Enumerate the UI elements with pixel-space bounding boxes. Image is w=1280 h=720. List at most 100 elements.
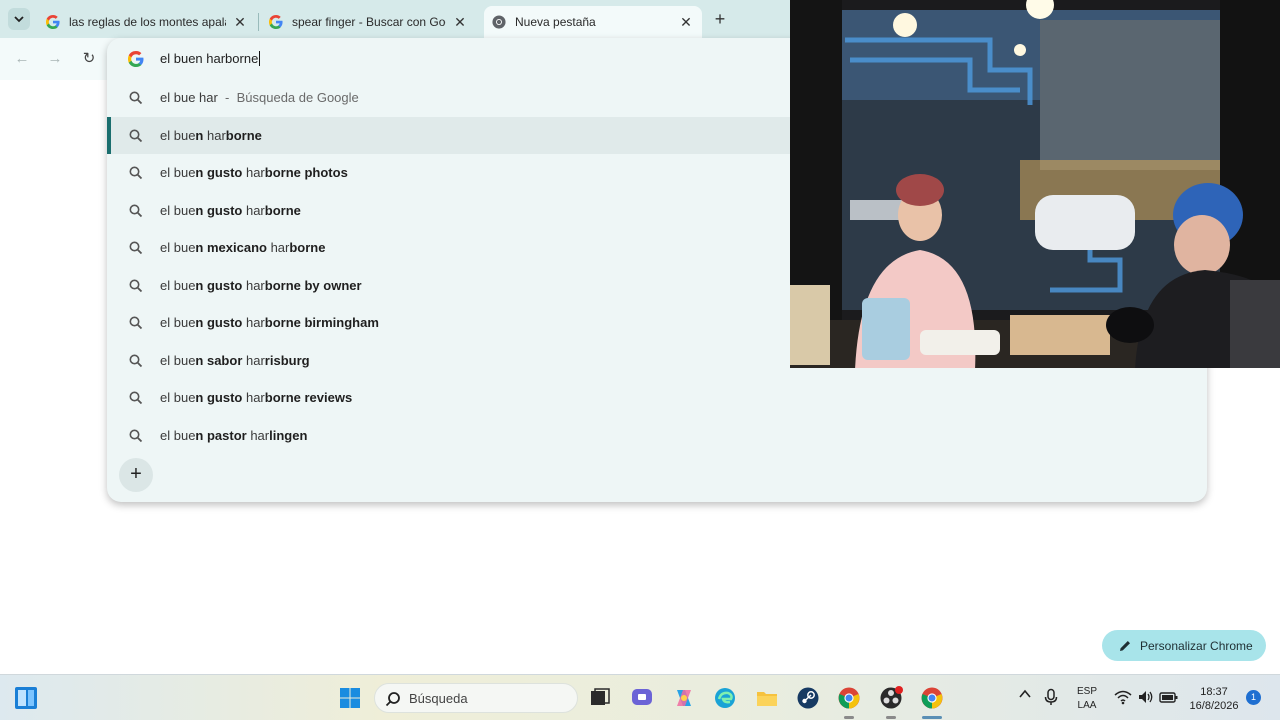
suggestion-text-bold: borne birmingham xyxy=(264,315,379,330)
suggestion-text-part: har xyxy=(242,165,265,180)
suggestion-text-bold: n pastor xyxy=(195,427,247,443)
suggestion-text: el bue har - Búsqueda de Google xyxy=(160,90,359,105)
omnibox-input[interactable]: el buen harborne xyxy=(160,51,261,66)
clock-time: 18:37 xyxy=(1200,686,1228,698)
suggestion-text-bold: risburg xyxy=(264,352,310,368)
search-icon xyxy=(129,241,143,255)
volume-icon[interactable] xyxy=(1137,689,1155,705)
suggestion-text-part: har xyxy=(242,390,265,405)
suggestion-text-part: har xyxy=(266,240,290,255)
suggestion-text-bold: n gusto xyxy=(195,315,243,330)
suggestion-text-part: el bue xyxy=(160,240,196,255)
close-icon[interactable]: ✕ xyxy=(678,14,694,30)
omnibox-suggestion[interactable]: el buen pastor harlingen xyxy=(107,417,1207,455)
pencil-icon xyxy=(1120,640,1130,651)
copilot-icon[interactable] xyxy=(672,686,696,710)
active-indicator xyxy=(922,716,942,719)
tab-title: las reglas de los montes apalac xyxy=(69,15,226,29)
search-icon xyxy=(129,91,143,105)
suggestion-text-bold: borne xyxy=(289,240,326,255)
tab-title: Nueva pestaña xyxy=(515,15,596,29)
chrome-icon[interactable] xyxy=(837,686,861,710)
search-icon xyxy=(129,354,143,367)
suggestion-text-bold: borne xyxy=(264,202,301,218)
windows-start-icon[interactable] xyxy=(338,686,362,710)
suggestion-text-part: el bue xyxy=(160,315,196,330)
suggestion-text-part: el bue xyxy=(160,127,196,143)
new-tab-button[interactable]: + xyxy=(710,10,730,30)
suggestion-text-part: el bue xyxy=(160,427,196,443)
close-icon[interactable]: ✕ xyxy=(452,14,468,30)
keyboard-layout: LAA xyxy=(1077,700,1097,711)
suggestion-text: el buen gusto harborne photos xyxy=(160,165,348,180)
steam-icon[interactable] xyxy=(796,686,820,710)
suggestion-text: el buen sabor harrisburg xyxy=(160,353,310,368)
suggestion-text: el buen gusto harborne reviews xyxy=(160,390,352,405)
file-explorer-icon[interactable] xyxy=(755,686,779,710)
battery-icon[interactable] xyxy=(1159,689,1179,705)
omnibox-input-text: el buen harborne xyxy=(160,51,259,66)
wifi-icon[interactable] xyxy=(1114,689,1132,705)
running-indicator xyxy=(844,716,854,719)
google-icon xyxy=(128,51,144,67)
chrome-profile-icon[interactable] xyxy=(920,686,944,710)
webcam-video-image xyxy=(790,0,1280,368)
notification-badge[interactable]: 1 xyxy=(1246,690,1261,705)
chevron-down-icon xyxy=(14,16,24,23)
task-view-icon[interactable] xyxy=(588,686,612,710)
tray-overflow-button[interactable] xyxy=(1016,687,1034,704)
customize-chrome-label: Personalizar Chrome xyxy=(1140,638,1253,653)
taskbar-search[interactable]: Búsqueda xyxy=(374,683,578,713)
tab-search-button[interactable] xyxy=(8,8,30,30)
suggestion-text-part: har xyxy=(246,427,270,443)
webcam-overlay xyxy=(790,0,1280,368)
close-icon[interactable]: ✕ xyxy=(232,14,248,30)
suggestion-text-bold: borne by owner xyxy=(264,277,362,293)
forward-button[interactable]: → xyxy=(45,49,65,69)
suggestion-text-bold: n gusto xyxy=(195,390,243,405)
chevron-up-icon xyxy=(1019,689,1031,698)
tab-spear-finger[interactable]: spear finger - Buscar con Goog ✕ xyxy=(261,6,476,38)
suggestion-text-part: - Búsqueda de Google xyxy=(217,90,359,105)
suggestion-text: el buen harborne xyxy=(160,128,262,143)
language-code: ESP xyxy=(1076,686,1097,697)
suggestion-text-part: har xyxy=(242,277,265,293)
taskbar-search-placeholder: Búsqueda xyxy=(409,691,468,706)
suggestion-text-part: har xyxy=(242,315,265,330)
clock[interactable]: 18:37 16/8/2026 xyxy=(1186,685,1242,713)
teams-chat-icon[interactable] xyxy=(630,686,654,710)
language-indicator[interactable]: ESP LAA xyxy=(1072,685,1102,713)
back-button[interactable]: ← xyxy=(12,49,32,69)
suggestion-text-part: har xyxy=(242,352,265,368)
suggestion-text-bold: borne xyxy=(225,127,262,143)
obs-icon[interactable] xyxy=(879,686,903,710)
search-icon xyxy=(129,129,143,142)
suggestion-text-part: el bue xyxy=(160,165,196,180)
customize-chrome-button[interactable]: Personalizar Chrome xyxy=(1102,630,1266,661)
tab-title: spear finger - Buscar con Goog xyxy=(292,15,446,29)
suggestion-text: el buen pastor harlingen xyxy=(160,428,307,443)
suggestion-text-part: el bue xyxy=(160,202,196,218)
text-caret xyxy=(259,51,261,66)
suggestion-text-part: har xyxy=(242,202,265,218)
suggestion-text-bold: borne photos xyxy=(264,165,348,180)
tab-separator xyxy=(258,13,259,31)
microphone-icon[interactable] xyxy=(1042,688,1060,706)
search-icon xyxy=(129,429,143,442)
search-icon xyxy=(385,692,400,707)
tab-reglas-montes[interactable]: las reglas de los montes apalac ✕ xyxy=(38,6,256,38)
suggestion-text-part: el bue xyxy=(160,277,196,293)
widgets-icon[interactable] xyxy=(14,686,38,710)
suggestion-text: el buen gusto harborne xyxy=(160,203,301,218)
omnibox-suggestion[interactable]: el buen gusto harborne reviews xyxy=(107,379,1207,417)
add-context-button[interactable]: + xyxy=(119,458,153,492)
suggestion-text-bold: n sabor xyxy=(195,352,243,368)
reload-button[interactable]: ↻ xyxy=(79,49,99,69)
suggestion-text: el buen gusto harborne birmingham xyxy=(160,315,379,330)
tab-nueva-pestana[interactable]: Nueva pestaña ✕ xyxy=(484,6,702,38)
suggestion-text-bold: borne reviews xyxy=(264,390,353,405)
search-icon xyxy=(129,279,143,292)
suggestion-text-part: el bue xyxy=(160,390,196,405)
edge-icon[interactable] xyxy=(713,686,737,710)
search-icon xyxy=(129,316,143,330)
